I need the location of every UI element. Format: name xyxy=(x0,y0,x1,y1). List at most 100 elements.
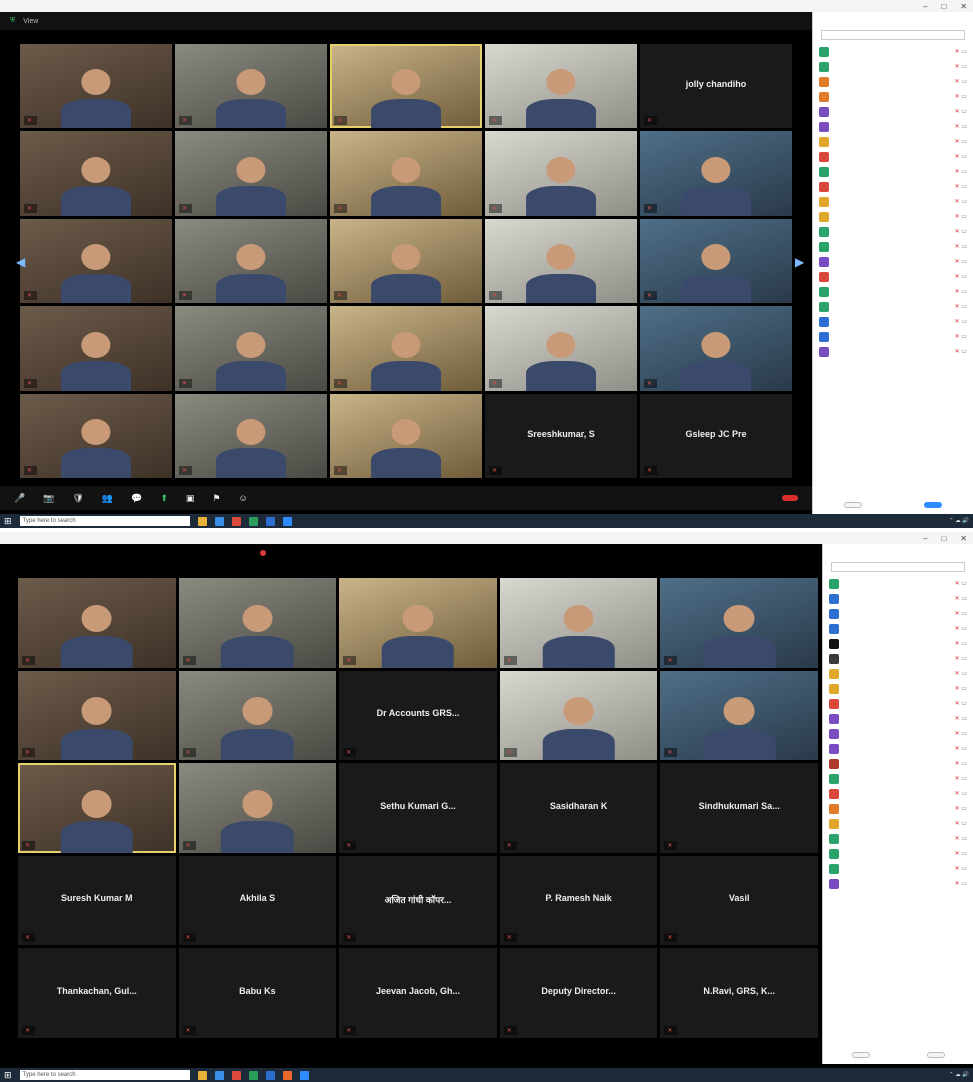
participant-row[interactable]: ✕ ▭ xyxy=(829,651,967,666)
end-meeting-button[interactable] xyxy=(782,495,798,501)
camera-icon[interactable]: ▭ xyxy=(961,746,967,752)
mic-icon[interactable]: ✕ xyxy=(955,671,960,677)
participant-row[interactable]: ✕ ▭ xyxy=(819,59,967,74)
mic-icon[interactable]: ✕ xyxy=(955,109,960,115)
mic-icon[interactable]: ✕ xyxy=(955,596,960,602)
camera-icon[interactable]: ▭ xyxy=(961,776,967,782)
windows-start-icon[interactable]: ⊞ xyxy=(4,1070,12,1081)
camera-icon[interactable]: ▭ xyxy=(961,124,967,130)
mic-icon[interactable]: ✕ xyxy=(955,199,960,205)
participant-row[interactable]: ✕ ▭ xyxy=(819,269,967,284)
participant-row[interactable]: ✕ ▭ xyxy=(819,224,967,239)
participant-tile[interactable]: P. Ramesh Naik ✕ xyxy=(499,855,658,946)
participant-tile[interactable]: अजित गांधी कॉपर... ✕ xyxy=(339,855,497,946)
participant-row[interactable]: ✕ ▭ xyxy=(819,314,967,329)
camera-icon[interactable]: ▭ xyxy=(961,79,967,85)
mic-icon[interactable]: ✕ xyxy=(955,641,960,647)
participant-row[interactable]: ✕ ▭ xyxy=(819,344,967,359)
participant-row[interactable]: ✕ ▭ xyxy=(829,831,967,846)
participant-tile[interactable]: ✕ xyxy=(175,44,327,129)
participant-tile[interactable]: ✕ xyxy=(330,131,482,216)
participant-tile[interactable]: Thankachan, Gul... ✕ xyxy=(18,948,176,1038)
participant-row[interactable]: ✕ ▭ xyxy=(829,816,967,831)
camera-icon[interactable]: ▭ xyxy=(961,109,967,115)
camera-icon[interactable]: ▭ xyxy=(961,656,967,662)
participant-row[interactable]: ✕ ▭ xyxy=(829,636,967,651)
mic-icon[interactable]: ✕ xyxy=(955,214,960,220)
close-icon[interactable]: ✕ xyxy=(960,534,967,543)
zoom-app-icon[interactable] xyxy=(299,1070,309,1080)
excel-icon[interactable] xyxy=(248,516,258,526)
participant-tile[interactable]: Sasidharan K ✕ xyxy=(499,763,658,853)
mic-icon[interactable]: ✕ xyxy=(955,701,960,707)
next-page-icon[interactable]: ▶ xyxy=(795,255,804,269)
participant-tile[interactable]: Babu Ks ✕ xyxy=(178,948,337,1038)
file-explorer-icon[interactable] xyxy=(197,516,207,526)
mic-icon[interactable]: ✕ xyxy=(955,791,960,797)
participant-row[interactable]: ✕ ▭ xyxy=(829,621,967,636)
camera-icon[interactable]: ▭ xyxy=(961,851,967,857)
mic-icon[interactable]: ✕ xyxy=(955,274,960,280)
mic-icon[interactable]: ✕ xyxy=(955,611,960,617)
participant-tile[interactable]: jolly chandiho ✕ xyxy=(640,44,792,129)
participant-tile[interactable]: Deputy Director... ✕ xyxy=(499,948,658,1038)
participant-row[interactable]: ✕ ▭ xyxy=(829,771,967,786)
maximize-icon[interactable]: □ xyxy=(941,534,946,543)
camera-icon[interactable]: ▭ xyxy=(961,214,967,220)
participant-tile[interactable]: Vasil ✕ xyxy=(660,855,818,946)
toolbar-button[interactable]: ⚑ xyxy=(212,493,220,504)
participant-row[interactable]: ✕ ▭ xyxy=(819,194,967,209)
toolbar-button[interactable]: ▣ xyxy=(186,493,195,504)
participant-row[interactable]: ✕ ▭ xyxy=(829,711,967,726)
camera-icon[interactable]: ▭ xyxy=(961,304,967,310)
participant-tile[interactable]: ✕ xyxy=(178,763,337,853)
mic-icon[interactable]: ✕ xyxy=(955,94,960,100)
participant-tile[interactable]: ✕ xyxy=(175,218,327,304)
mic-icon[interactable]: ✕ xyxy=(955,821,960,827)
mic-icon[interactable]: ✕ xyxy=(955,334,960,340)
camera-icon[interactable]: ▭ xyxy=(961,244,967,250)
toolbar-button[interactable]: 💬 xyxy=(131,493,142,504)
participant-tile[interactable]: Dr Accounts GRS... ✕ xyxy=(339,670,497,761)
mic-icon[interactable]: ✕ xyxy=(955,761,960,767)
excel-icon[interactable] xyxy=(248,1070,258,1080)
participant-tile[interactable]: ✕ xyxy=(339,578,497,668)
participant-tile[interactable]: Jeevan Jacob, Gh... ✕ xyxy=(339,948,497,1038)
camera-icon[interactable]: ▭ xyxy=(961,731,967,737)
participant-tile[interactable]: ✕ xyxy=(485,131,637,216)
mic-icon[interactable]: ✕ xyxy=(955,836,960,842)
camera-icon[interactable]: ▭ xyxy=(961,94,967,100)
camera-icon[interactable]: ▭ xyxy=(961,866,967,872)
camera-icon[interactable]: ▭ xyxy=(961,806,967,812)
mic-icon[interactable]: ✕ xyxy=(955,776,960,782)
participant-tile[interactable]: ✕ xyxy=(660,578,818,668)
participant-tile[interactable]: Sindhukumari Sa... ✕ xyxy=(660,763,818,853)
participant-tile[interactable]: Sethu Kumari G... ✕ xyxy=(339,763,497,853)
word-icon[interactable] xyxy=(265,1070,275,1080)
mic-icon[interactable]: ✕ xyxy=(955,64,960,70)
taskbar-search-input[interactable]: Type here to search xyxy=(19,1070,190,1080)
mic-icon[interactable]: ✕ xyxy=(955,304,960,310)
participant-tile[interactable]: N.Ravi, GRS, K... ✕ xyxy=(660,948,818,1038)
participant-tile[interactable]: ✕ xyxy=(330,393,482,478)
camera-icon[interactable]: ▭ xyxy=(961,259,967,265)
participant-tile[interactable]: ✕ xyxy=(18,578,176,668)
camera-icon[interactable]: ▭ xyxy=(961,64,967,70)
participant-row[interactable]: ✕ ▭ xyxy=(819,209,967,224)
word-icon[interactable] xyxy=(265,516,275,526)
mic-icon[interactable]: ✕ xyxy=(955,289,960,295)
participant-row[interactable]: ✕ ▭ xyxy=(829,876,967,891)
participant-tile[interactable]: ✕ xyxy=(175,306,327,391)
chrome-icon[interactable] xyxy=(231,516,241,526)
prev-page-icon[interactable]: ◀ xyxy=(16,255,25,269)
participant-row[interactable]: ✕ ▭ xyxy=(819,104,967,119)
participant-row[interactable]: ✕ ▭ xyxy=(819,164,967,179)
toolbar-button[interactable]: 🛡 xyxy=(72,493,83,504)
mic-icon[interactable]: ✕ xyxy=(955,259,960,265)
participant-row[interactable]: ✕ ▭ xyxy=(829,846,967,861)
participant-tile[interactable]: ✕ xyxy=(330,306,482,391)
camera-icon[interactable]: ▭ xyxy=(961,274,967,280)
participant-tile[interactable]: Suresh Kumar M ✕ xyxy=(18,855,176,946)
participant-row[interactable]: ✕ ▭ xyxy=(819,254,967,269)
camera-icon[interactable]: ▭ xyxy=(961,821,967,827)
